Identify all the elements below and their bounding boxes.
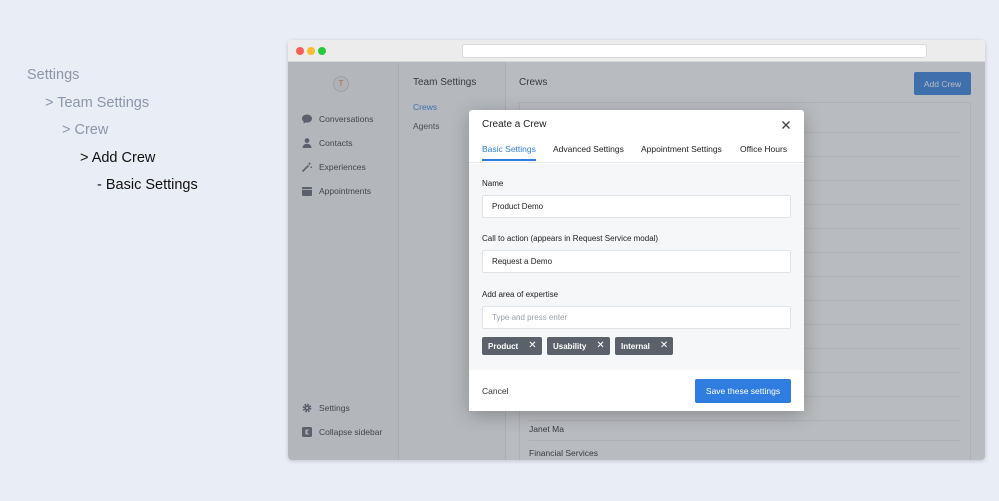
name-field[interactable]: Product Demo bbox=[482, 195, 791, 218]
maximize-window-dot[interactable] bbox=[318, 47, 326, 55]
tab-office-hours[interactable]: Office Hours bbox=[740, 144, 787, 159]
save-settings-button[interactable]: Save these settings bbox=[695, 379, 791, 403]
remove-tag-icon[interactable]: ✕ bbox=[596, 341, 604, 351]
breadcrumb-crew: > Crew bbox=[62, 122, 109, 138]
address-bar[interactable] bbox=[462, 44, 927, 58]
cancel-button[interactable]: Cancel bbox=[482, 386, 508, 396]
cta-label: Call to action (appears in Request Servi… bbox=[482, 234, 659, 243]
close-window-dot[interactable] bbox=[296, 47, 304, 55]
tab-basic-settings[interactable]: Basic Settings bbox=[482, 144, 536, 161]
create-crew-modal: Create a Crew Basic Settings Advanced Se… bbox=[469, 110, 804, 411]
expertise-tag: Product ✕ bbox=[482, 337, 542, 355]
modal-title: Create a Crew bbox=[482, 119, 547, 130]
breadcrumb-team-settings: > Team Settings bbox=[45, 95, 150, 111]
minimize-window-dot[interactable] bbox=[307, 47, 315, 55]
tag-label: Usability bbox=[553, 341, 587, 351]
name-label: Name bbox=[482, 179, 504, 188]
expertise-input[interactable]: Type and press enter bbox=[482, 306, 791, 329]
expertise-tag: Internal ✕ bbox=[615, 337, 674, 355]
tab-appointment-settings[interactable]: Appointment Settings bbox=[641, 144, 722, 159]
close-icon[interactable] bbox=[780, 118, 792, 130]
remove-tag-icon[interactable]: ✕ bbox=[528, 341, 536, 351]
modal-tabs: Basic Settings Advanced Settings Appoint… bbox=[469, 144, 804, 163]
breadcrumb-basic-settings: - Basic Settings bbox=[97, 177, 198, 193]
breadcrumb-settings: Settings bbox=[27, 67, 80, 83]
expertise-label: Add area of expertise bbox=[482, 290, 559, 299]
tag-label: Product bbox=[488, 341, 519, 351]
remove-tag-icon[interactable]: ✕ bbox=[660, 341, 668, 351]
expertise-tag: Usability ✕ bbox=[547, 337, 610, 355]
browser-titlebar bbox=[288, 40, 985, 62]
tag-label: Internal bbox=[621, 341, 650, 351]
modal-footer: Cancel Save these settings bbox=[469, 370, 804, 411]
tab-advanced-settings[interactable]: Advanced Settings bbox=[553, 144, 624, 159]
cta-field[interactable]: Request a Demo bbox=[482, 250, 791, 273]
breadcrumb-add-crew: > Add Crew bbox=[80, 150, 156, 166]
